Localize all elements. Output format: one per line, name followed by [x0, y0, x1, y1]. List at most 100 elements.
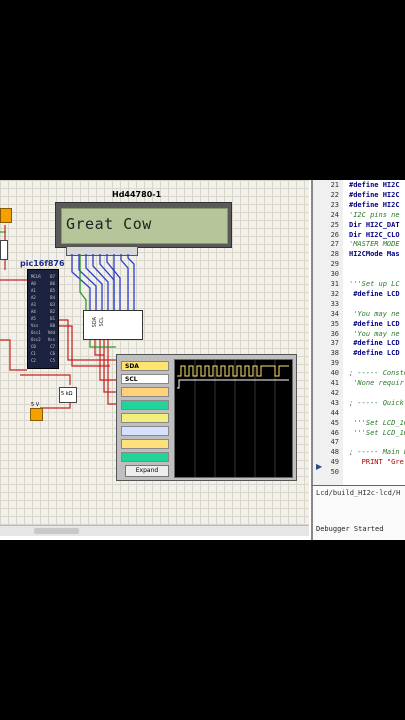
line-number-gutter: 21 22 23 24 25 26 27 28 29 30 31 32 33 34 35 36 37 38 39 40… [313, 180, 343, 485]
line-number: 35 [330, 319, 339, 328]
line-number: 33 [330, 299, 339, 308]
pic-pin-label: B0 [50, 323, 55, 328]
analyzer-channel-7[interactable] [121, 439, 169, 449]
logic-analyzer[interactable]: SDA SCL Expand [116, 354, 297, 481]
line-number: 29 [330, 260, 339, 269]
left-led-indicator[interactable] [0, 208, 12, 223]
resistor-label: 5 kΩ [61, 391, 73, 397]
switch-button[interactable] [30, 408, 43, 421]
line-number: 39 [330, 359, 339, 368]
analyzer-channel-6[interactable] [121, 426, 169, 436]
analyzer-channel-5[interactable] [121, 413, 169, 423]
resistor-component[interactable]: 5 kΩ [59, 387, 77, 403]
line-number: 46 [330, 428, 339, 437]
i2c-expander-chip[interactable]: SDA SCL [83, 310, 143, 340]
analyzer-channel-scl[interactable]: SCL [121, 374, 169, 384]
pic-pin-label: B6 [50, 281, 55, 286]
code-line[interactable]: HI2CMode Mas [349, 250, 400, 258]
pic-pin-label: A2 [31, 295, 36, 300]
pic-pin-label: Vss [47, 337, 55, 342]
pic-pin-label: A4 [31, 309, 36, 314]
pic-pin-label: Vss [31, 323, 39, 328]
code-line[interactable]: 'You may ne [349, 310, 399, 318]
code-line[interactable]: '''Set LCD_10 [349, 429, 405, 437]
code-line[interactable]: 'You may ne [349, 330, 399, 338]
line-number: 36 [330, 329, 339, 338]
pic-pin-label: B4 [50, 295, 55, 300]
pic-pin-label: MCLR [31, 274, 41, 279]
pic-pin-label: B3 [50, 302, 55, 307]
line-number: 31 [330, 280, 339, 288]
pic-pin-label: B2 [50, 309, 55, 314]
line-number: 38 [330, 349, 339, 358]
schematic-canvas[interactable]: Hd44780-1 Great Cow pic16f876 MCLR A0 A1… [0, 180, 309, 525]
line-number: 48 [330, 448, 339, 457]
line-number: 37 [330, 339, 339, 348]
pic-pin-label: Osc1 [31, 330, 41, 335]
pic-pin-label: A5 [31, 316, 36, 321]
line-number: 28 [330, 250, 339, 259]
pic-pin-label: Vdd [47, 330, 55, 335]
line-number: 47 [330, 438, 339, 447]
line-number: 25 [330, 220, 339, 229]
pic-pin-label: B7 [50, 274, 55, 279]
pic-pin-label: A3 [31, 302, 36, 307]
scrollbar-thumb[interactable] [34, 528, 79, 534]
code-line[interactable]: Dir HI2C_DAT [349, 221, 400, 229]
analyzer-channel-4[interactable] [121, 400, 169, 410]
line-number: 22 [330, 190, 339, 199]
code-line[interactable]: Dir HI2C_CLO [349, 231, 400, 239]
pic-microcontroller[interactable]: MCLR A0 A1 A2 A3 A4 A5 Vss Osc1 Osc2 C0 … [27, 269, 59, 369]
pic-pin-label: Osc2 [31, 337, 41, 342]
horizontal-scrollbar[interactable] [0, 525, 309, 536]
pic-pin-label: B5 [50, 288, 55, 293]
code-line[interactable]: '''Set up LC [349, 280, 400, 288]
code-line[interactable]: #define LCD [349, 290, 399, 298]
line-number: 34 [330, 309, 339, 318]
code-line[interactable]: 'None requir [349, 379, 404, 387]
debugger-status-message: Debugger Started [316, 525, 384, 533]
code-line[interactable]: '''Set LCD_10 [349, 419, 405, 427]
expand-button[interactable]: Expand [125, 465, 169, 477]
analyzer-channel-sda[interactable]: SDA [121, 361, 169, 371]
waveform-traces [177, 360, 289, 477]
analyzer-channel-3[interactable] [121, 387, 169, 397]
pic-component-label: pic16f876 [20, 259, 65, 268]
line-number: 24 [330, 210, 339, 219]
output-panel: Lcd/build_HI2c-lcd/H Debugger Started [311, 485, 405, 540]
i2c-pin-label: SCL [99, 317, 105, 327]
line-number: 43 [330, 398, 339, 407]
current-line-arrow-icon: ▶ [316, 462, 323, 471]
line-number: 23 [330, 200, 339, 209]
line-number: 42 [330, 388, 339, 397]
code-line[interactable]: ; ----- Conste [349, 369, 405, 377]
code-line[interactable]: #define HI2C [349, 191, 400, 199]
line-number: 30 [330, 270, 339, 279]
output-panel-title: Lcd/build_HI2c-lcd/H [316, 489, 401, 497]
code-line[interactable]: ; ----- Quick [349, 399, 404, 407]
code-line[interactable]: #define HI2C [349, 181, 400, 189]
code-line[interactable]: 'I2C pins ne [349, 211, 400, 219]
i2c-pin-label: SDA [92, 317, 98, 328]
code-line[interactable]: #define LCD [349, 349, 399, 357]
switch-label: 5 V [31, 402, 40, 408]
analyzer-channel-8[interactable] [121, 452, 169, 462]
line-number: 45 [330, 418, 339, 427]
line-number: 32 [330, 289, 339, 298]
pic-pin-label: C5 [50, 358, 55, 363]
code-line[interactable]: ; ----- Main b [349, 448, 405, 456]
code-editor[interactable]: 21 22 23 24 25 26 27 28 29 30 31 32 33 34 35 36 37 38 39 40… [311, 180, 405, 485]
line-number: 26 [330, 230, 339, 239]
code-line[interactable]: #define LCD [349, 320, 399, 328]
pic-pin-label: C1 [31, 351, 36, 356]
line-number: 40 [330, 369, 339, 378]
code-line[interactable]: PRINT "Gre [349, 458, 404, 466]
pic-pin-label: C7 [50, 344, 55, 349]
code-line[interactable]: #define LCD [349, 339, 399, 347]
line-number: 21 [330, 181, 339, 189]
pic-pin-label: A0 [31, 281, 36, 286]
pic-pin-label: C2 [31, 358, 36, 363]
code-line[interactable]: #define HI2C [349, 201, 400, 209]
code-line[interactable]: 'MASTER MODE [349, 240, 400, 248]
left-edge-component [0, 240, 8, 260]
